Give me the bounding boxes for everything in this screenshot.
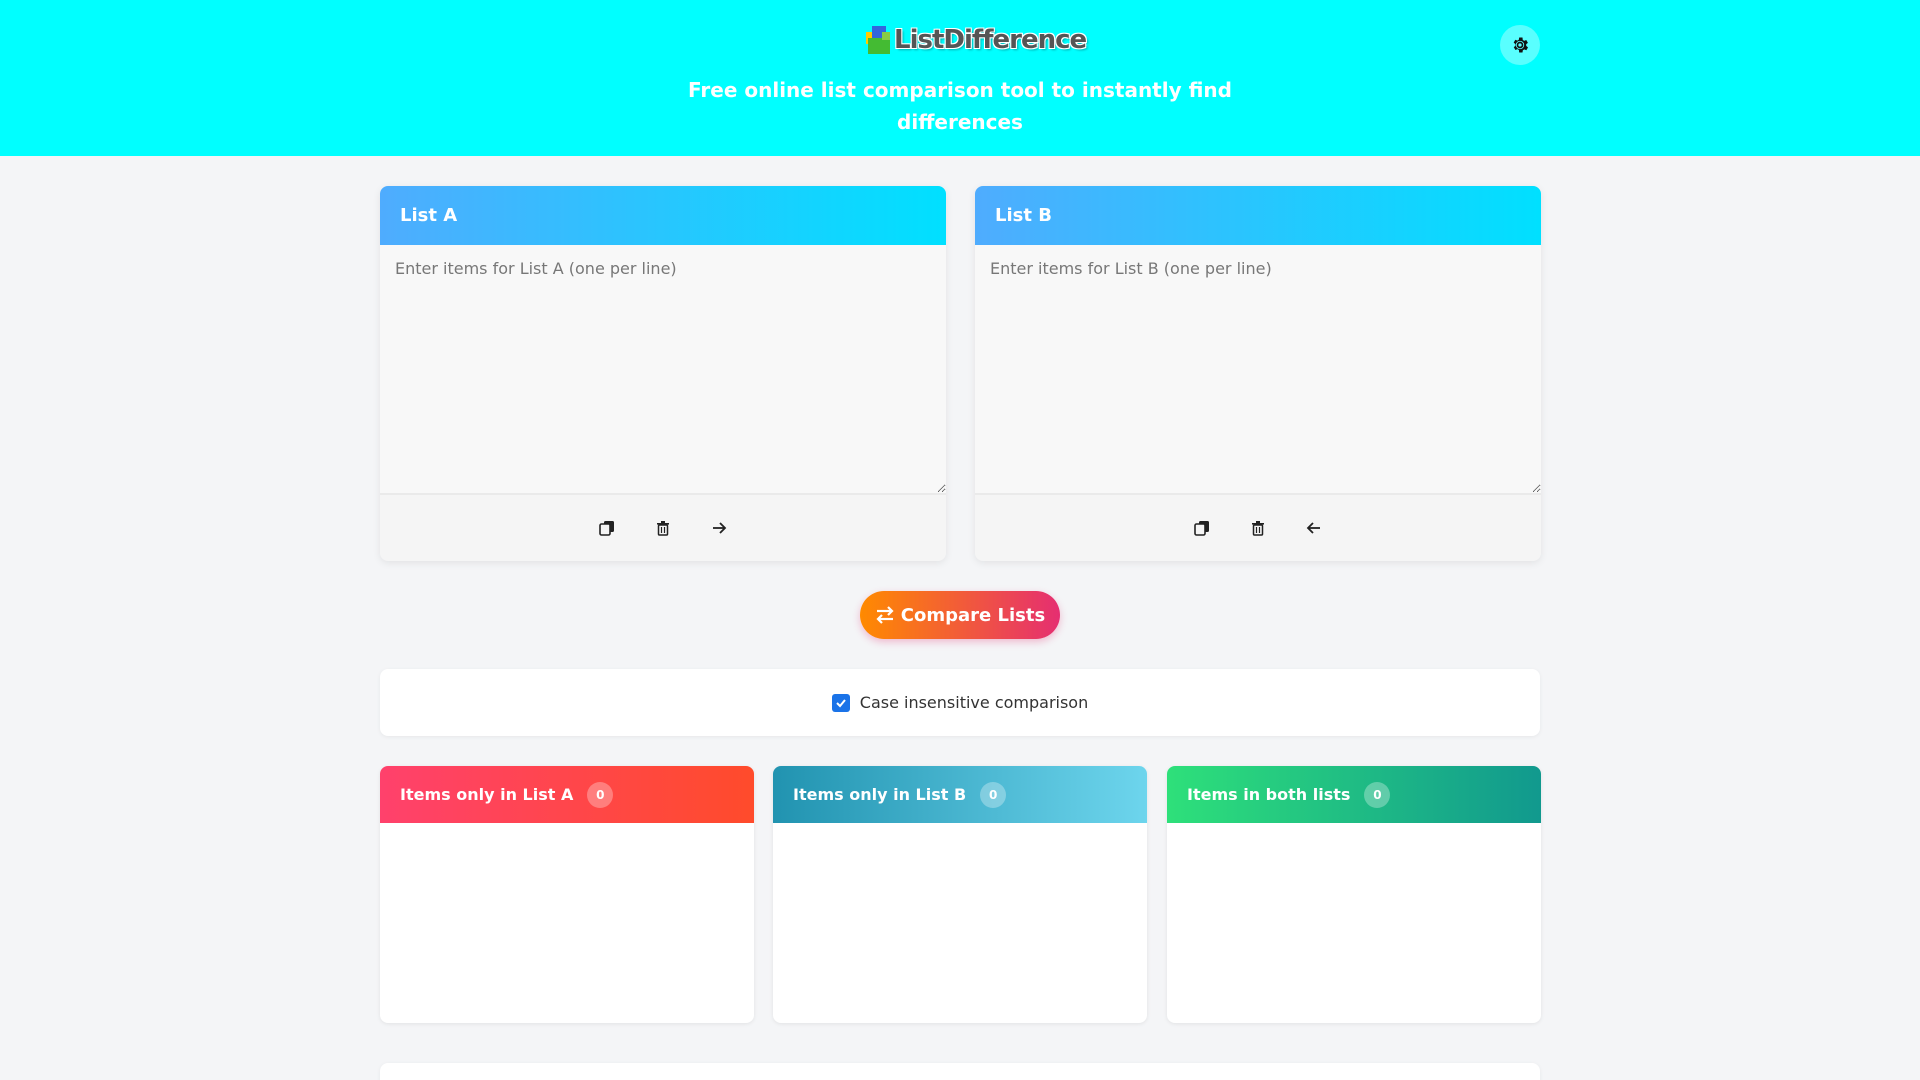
list-b-toolbar: [975, 495, 1541, 561]
options-bar: Case insensitive comparison: [380, 669, 1540, 736]
result-only-b-card: Items only in List B 0: [773, 766, 1147, 1023]
result-only-a-header: Items only in List A 0: [380, 766, 754, 823]
result-both-count: 0: [1364, 781, 1391, 808]
trash-icon: [1252, 521, 1264, 536]
copy-icon: [599, 521, 614, 536]
list-a-title: List A: [380, 186, 946, 245]
list-a-toolbar: [380, 495, 946, 561]
trash-icon: [657, 521, 669, 536]
result-both-title: Items in both lists: [1187, 785, 1351, 804]
list-a-clear-button[interactable]: [650, 515, 676, 541]
list-a-panel: List A: [380, 186, 946, 561]
result-only-b-count: 0: [980, 781, 1007, 808]
checkmark-icon: [836, 698, 846, 707]
compare-lists-button[interactable]: Compare Lists: [860, 591, 1060, 639]
list-b-copy-button[interactable]: [1189, 515, 1215, 541]
compare-lists-label: Compare Lists: [900, 604, 1046, 626]
result-only-a-count: 0: [587, 781, 614, 808]
logo[interactable]: ListDifference: [866, 22, 1087, 58]
logo-text: ListDifference: [894, 25, 1087, 55]
case-insensitive-checkbox[interactable]: [831, 693, 850, 712]
list-b-clear-button[interactable]: [1245, 515, 1271, 541]
bottom-card: [380, 1063, 1540, 1080]
logo-icon: [866, 24, 892, 56]
theme-toggle-button[interactable]: [1500, 25, 1540, 65]
site-header: ListDifference Free online list comparis…: [0, 0, 1920, 156]
list-a-move-right-button[interactable]: [706, 515, 732, 541]
case-insensitive-label[interactable]: Case insensitive comparison: [860, 693, 1088, 712]
tagline: Free online list comparison tool to inst…: [688, 78, 1232, 134]
list-b-title: List B: [975, 186, 1541, 245]
list-b-panel: List B: [975, 186, 1541, 561]
result-both-card: Items in both lists 0: [1167, 766, 1541, 1023]
swap-icon: [876, 606, 894, 624]
list-b-move-left-button[interactable]: [1301, 515, 1327, 541]
result-only-a-card: Items only in List A 0: [380, 766, 754, 1023]
list-b-input[interactable]: [975, 245, 1541, 495]
list-a-copy-button[interactable]: [594, 515, 620, 541]
result-both-header: Items in both lists 0: [1167, 766, 1541, 823]
result-only-a-title: Items only in List A: [400, 785, 574, 804]
copy-icon: [1194, 521, 1209, 536]
list-a-input[interactable]: [380, 245, 946, 495]
gear-icon: [1513, 37, 1528, 53]
arrow-right-icon: [713, 522, 727, 534]
arrow-left-icon: [1306, 522, 1320, 534]
result-only-b-header: Items only in List B 0: [773, 766, 1147, 823]
result-only-b-title: Items only in List B: [793, 785, 967, 804]
